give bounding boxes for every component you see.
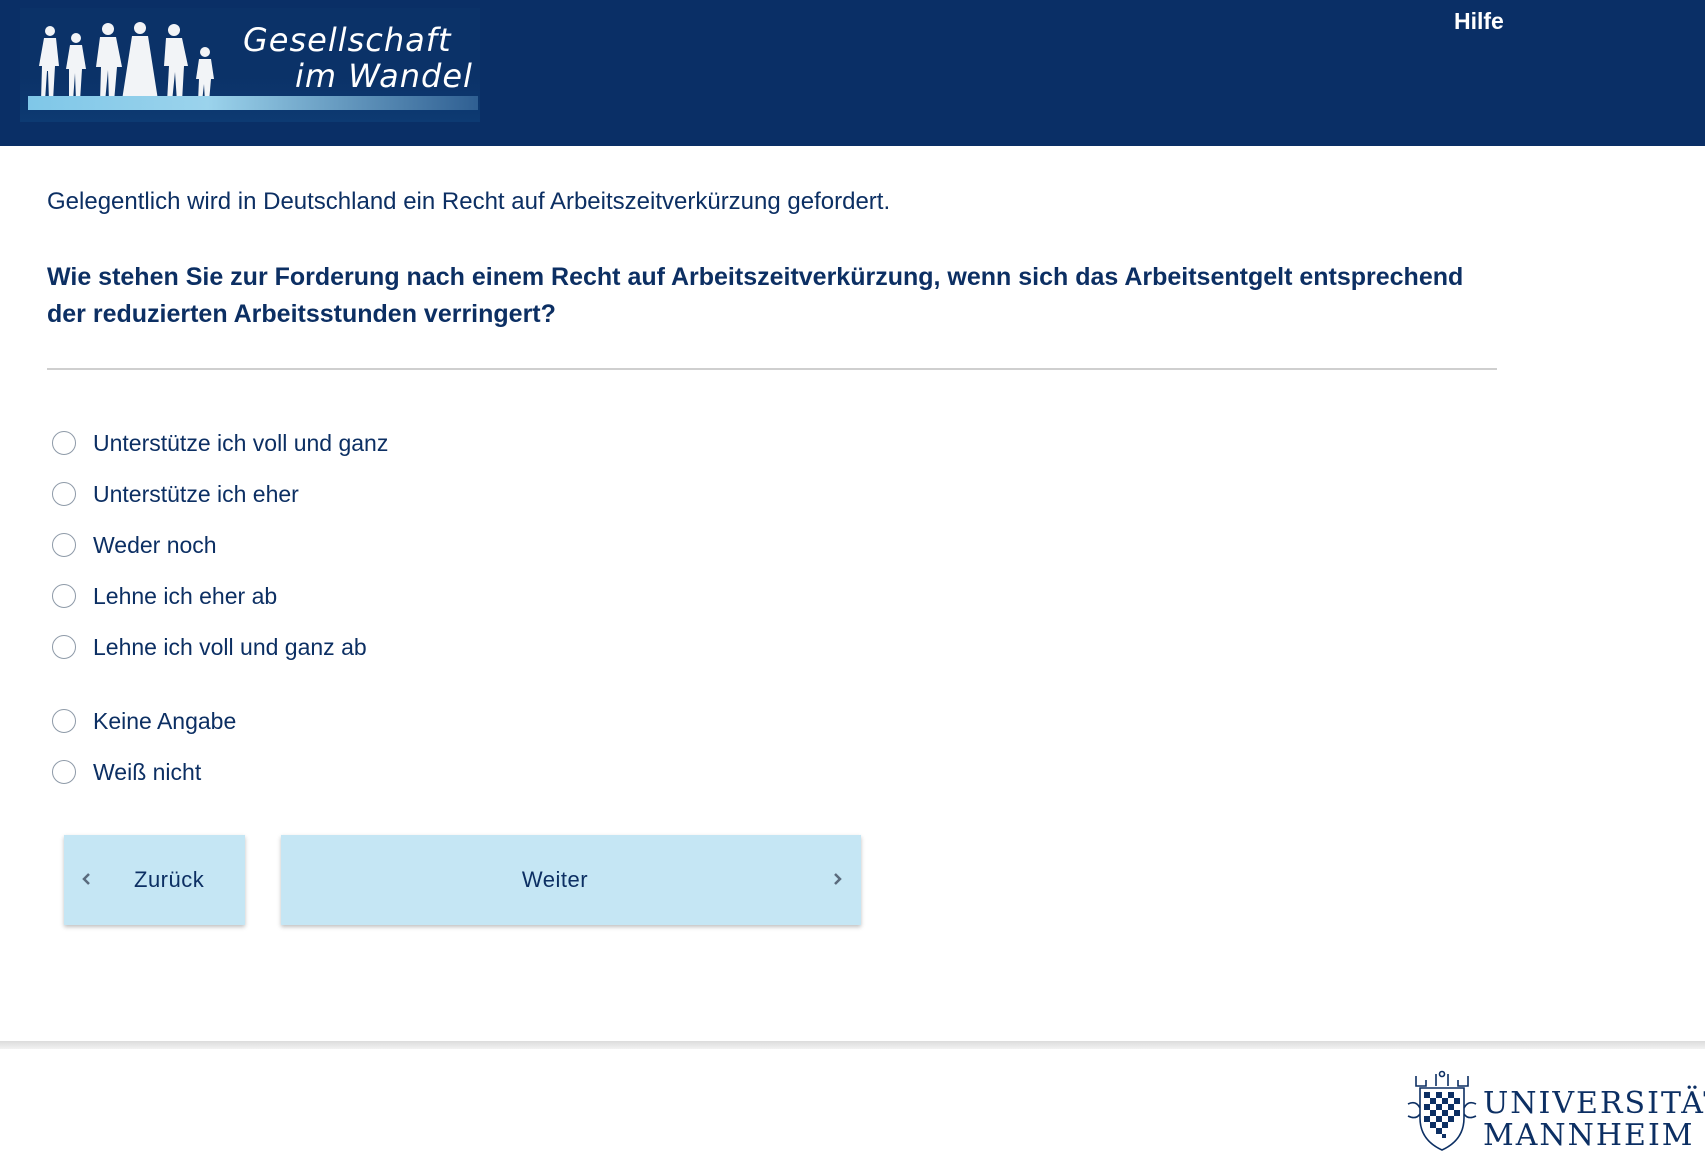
option-lehne-voll-ab[interactable]: Lehne ich voll und ganz ab <box>52 630 367 664</box>
uni-text-line2: MANNHEIM <box>1483 1118 1695 1153</box>
option-label: Lehne ich voll und ganz ab <box>93 633 367 660</box>
footer-divider <box>0 1041 1705 1049</box>
header-bar: Gesellschaft im Wandel Hilfe <box>0 0 1705 146</box>
radio-button[interactable] <box>52 635 76 659</box>
chevron-left-icon <box>82 873 90 885</box>
next-button[interactable]: Weiter <box>281 835 861 925</box>
radio-button[interactable] <box>52 584 76 608</box>
option-lehne-eher-ab[interactable]: Lehne ich eher ab <box>52 579 277 613</box>
gesellschaft-im-wandel-logo: Gesellschaft im Wandel <box>20 8 480 122</box>
option-weder-noch[interactable]: Weder noch <box>52 528 217 562</box>
option-label: Weder noch <box>93 531 217 558</box>
next-button-label: Weiter <box>521 867 589 892</box>
radio-button[interactable] <box>52 482 76 506</box>
option-weiss-nicht[interactable]: Weiß nicht <box>52 755 201 789</box>
question-intro: Gelegentlich wird in Deutschland ein Rec… <box>47 188 891 215</box>
logo-stripe <box>28 96 478 110</box>
logo-text-line1: Gesellschaft <box>243 21 452 59</box>
radio-button[interactable] <box>52 709 76 733</box>
option-unterstuetze-voll[interactable]: Unterstütze ich voll und ganz <box>52 426 388 460</box>
university-crest-icon <box>1407 1070 1477 1151</box>
question-text: Wie stehen Sie zur Forderung nach einem … <box>47 263 1464 328</box>
radio-button[interactable] <box>52 760 76 784</box>
uni-text-line1: UNIVERSITÄT <box>1483 1086 1705 1121</box>
radio-button[interactable] <box>52 431 76 455</box>
logo-text-line2: im Wandel <box>295 57 473 95</box>
option-label: Keine Angabe <box>93 707 237 734</box>
chevron-right-icon <box>834 873 842 885</box>
back-button[interactable]: Zurück <box>64 835 245 925</box>
option-label: Weiß nicht <box>93 758 202 785</box>
divider <box>47 368 1497 370</box>
option-unterstuetze-eher[interactable]: Unterstütze ich eher <box>52 477 299 511</box>
help-link[interactable]: Hilfe <box>1454 8 1504 35</box>
option-label: Unterstütze ich eher <box>93 480 299 507</box>
university-mannheim-logo-text: UNIVERSITÄT MANNHEIM <box>1483 1088 1705 1152</box>
radio-button[interactable] <box>52 533 76 557</box>
option-label: Unterstütze ich voll und ganz <box>93 429 389 456</box>
option-keine-angabe[interactable]: Keine Angabe <box>52 704 236 738</box>
back-button-label: Zurück <box>134 867 205 892</box>
option-label: Lehne ich eher ab <box>93 582 278 609</box>
